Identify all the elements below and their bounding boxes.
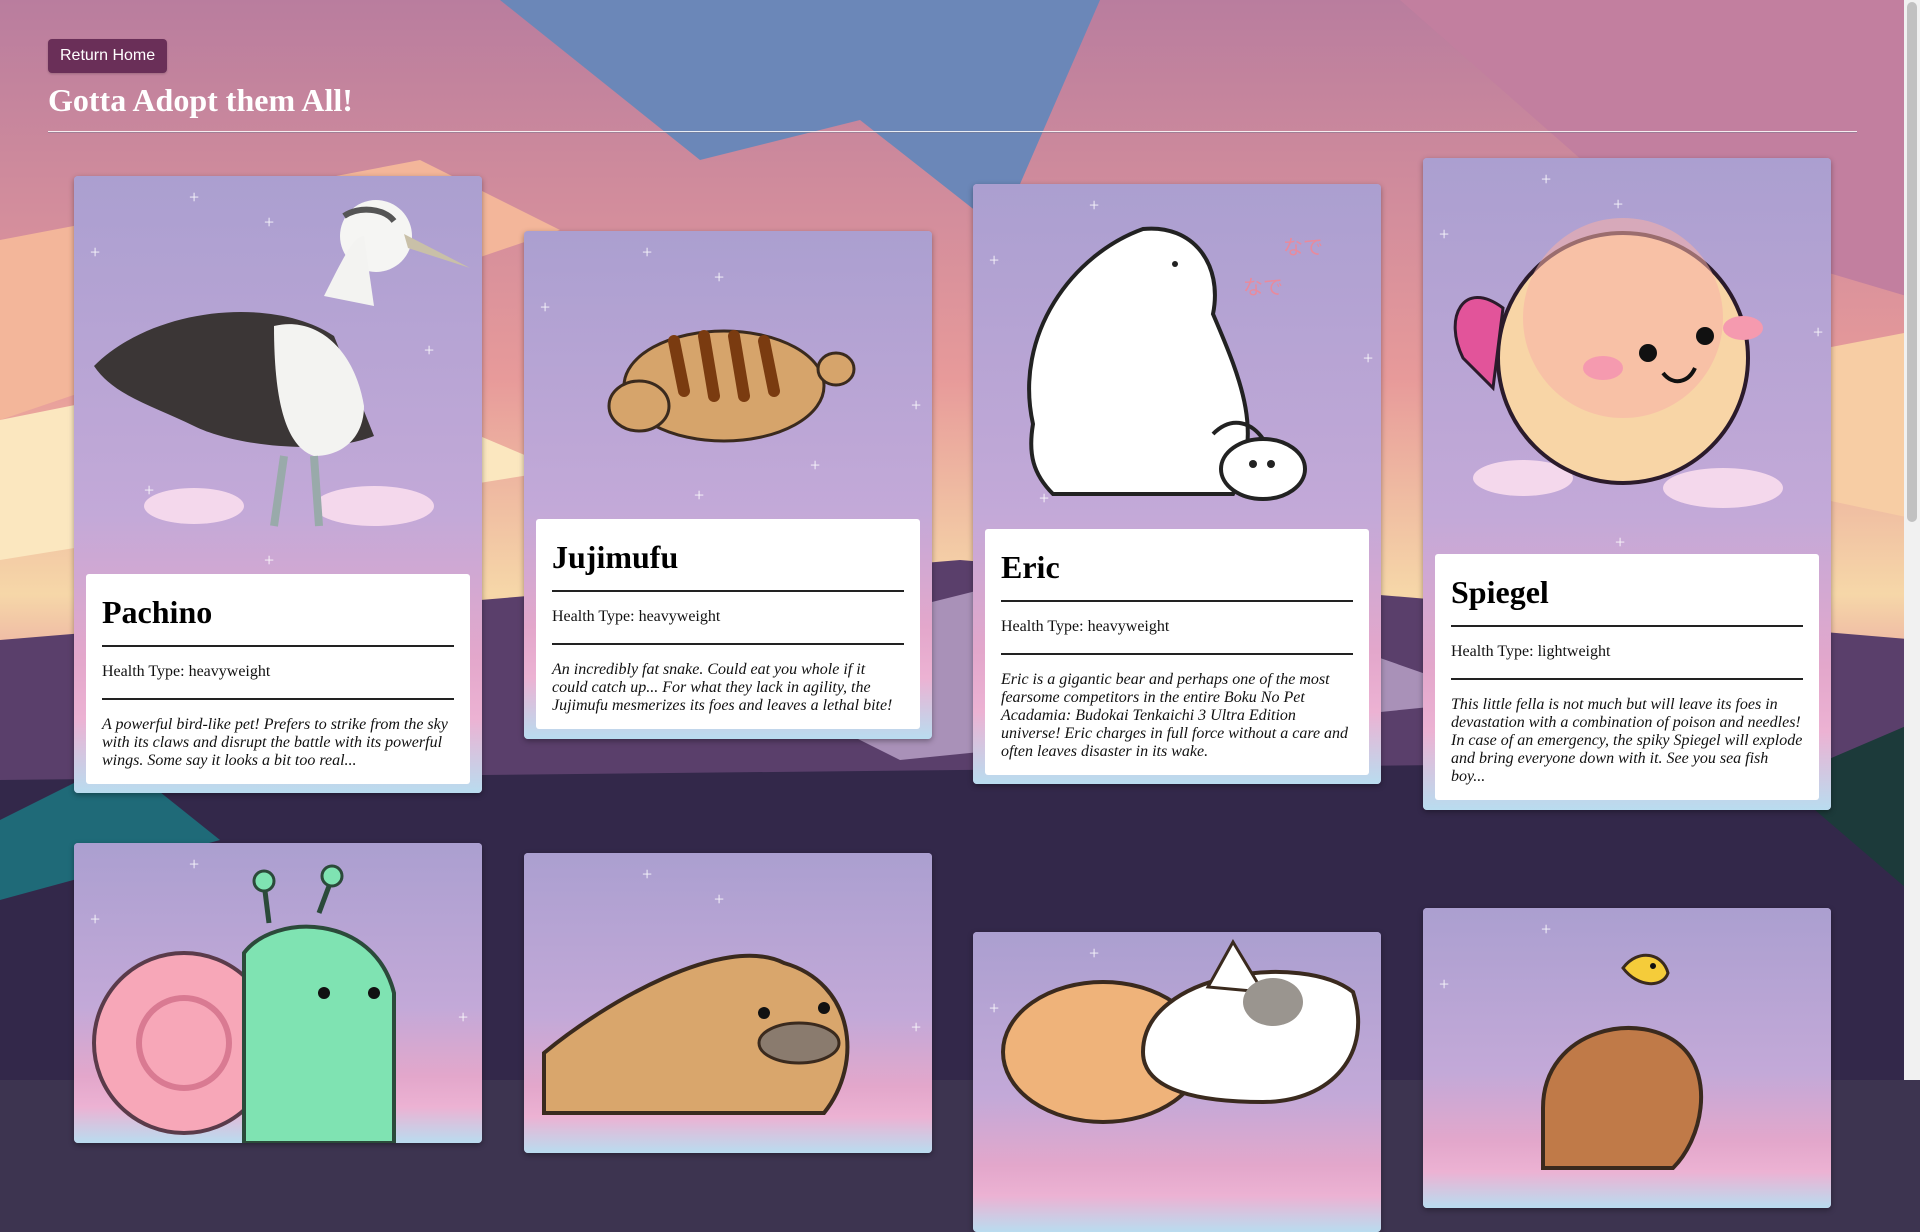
svg-text:+: + — [90, 909, 100, 929]
pet-description: An incredibly fat snake. Could eat you w… — [552, 661, 893, 714]
svg-text:+: + — [1439, 974, 1449, 994]
page-content: Return Home Gotta Adopt them All! + + + + + +… — [0, 0, 1904, 1232]
pet-description: A powerful bird-like pet! Prefers to str… — [102, 716, 448, 769]
page-title: Gotta Adopt them All! — [48, 82, 353, 118]
svg-text:+: + — [189, 854, 199, 874]
page-scrollbar[interactable] — [1904, 0, 1920, 1080]
scrollbar-thumb[interactable] — [1907, 2, 1917, 522]
svg-text:なで: なで — [1283, 237, 1323, 259]
svg-text:+: + — [1615, 532, 1625, 552]
title-divider — [48, 131, 1857, 133]
pet-info-eric: Eric Health Type: heavyweight Eric is a … — [985, 529, 1369, 775]
svg-text:+: + — [264, 550, 274, 570]
svg-text:+: + — [911, 395, 921, 415]
svg-text:+: + — [424, 340, 434, 360]
svg-text:+: + — [1439, 224, 1449, 244]
pet-info-jujimufu: Jujimufu Health Type: heavyweight An inc… — [536, 519, 920, 729]
pet-card-jujimufu[interactable]: + + + + + + Jujimufu Health Type: heavyweight… — [524, 231, 932, 739]
svg-text:+: + — [714, 267, 724, 287]
pet-image-cat: + + — [973, 932, 1381, 1232]
pet-info-pachino: Pachino Health Type: heavyweight A power… — [86, 574, 470, 784]
svg-text:なで: なで — [1243, 277, 1283, 299]
svg-text:+: + — [458, 1007, 468, 1027]
pet-health-type: Health Type: heavyweight — [1001, 602, 1353, 655]
pet-image-capybara: + + — [1423, 908, 1831, 1208]
pet-card-cat[interactable]: + + — [973, 932, 1381, 1232]
svg-text:+: + — [911, 1017, 921, 1037]
svg-text:+: + — [540, 297, 550, 317]
svg-text:+: + — [1089, 943, 1099, 963]
pet-health-type: Health Type: heavyweight — [102, 647, 454, 700]
svg-text:+: + — [1813, 322, 1823, 342]
pet-health-type: Health Type: lightweight — [1451, 627, 1803, 680]
svg-text:+: + — [714, 889, 724, 909]
svg-text:+: + — [90, 242, 100, 262]
pet-name: Pachino — [102, 574, 454, 647]
svg-text:+: + — [1541, 169, 1551, 189]
pet-image-snail: + + + — [74, 843, 482, 1143]
svg-text:+: + — [989, 250, 999, 270]
svg-text:+: + — [989, 998, 999, 1018]
pet-info-spiegel: Spiegel Health Type: lightweight This li… — [1435, 554, 1819, 800]
svg-text:+: + — [642, 242, 652, 262]
svg-text:+: + — [1541, 919, 1551, 939]
platypus-icon: + + + — [542, 864, 921, 1115]
svg-text:+: + — [694, 485, 704, 505]
pet-name: Spiegel — [1451, 554, 1803, 627]
return-home-button[interactable]: Return Home — [48, 39, 168, 73]
svg-text:+: + — [642, 864, 652, 884]
capybara-icon: ++ — [1439, 919, 1704, 1170]
svg-text:+: + — [264, 212, 274, 232]
pet-health-type: Health Type: heavyweight — [552, 592, 904, 645]
pet-image-platypus: + + + — [524, 853, 932, 1153]
pet-card-capybara[interactable]: + + — [1423, 908, 1831, 1208]
svg-text:+: + — [1363, 348, 1373, 368]
svg-text:+: + — [1089, 195, 1099, 215]
pet-description: This little fella is not much but will l… — [1451, 696, 1803, 785]
pet-card-platypus[interactable]: + + + — [524, 853, 932, 1153]
pet-name: Jujimufu — [552, 519, 904, 592]
pet-card-eric[interactable]: + + + + なで なで Eric Health Type: heavyweight… — [973, 184, 1381, 784]
svg-text:+: + — [810, 455, 820, 475]
pet-card-snail[interactable]: + + + — [74, 843, 482, 1143]
pet-card-pachino[interactable]: + + + + + + Pachino Health Type: heavyweight … — [74, 176, 482, 793]
pet-name: Eric — [1001, 529, 1353, 602]
pet-card-spiegel[interactable]: ++++++ Spiegel Health Type: lightweight … — [1423, 158, 1831, 810]
svg-text:+: + — [1613, 194, 1623, 214]
calico-cat-icon: ++ — [989, 939, 1361, 1124]
pet-description: Eric is a gigantic bear and perhaps one … — [1001, 671, 1349, 760]
snail-icon: + + + — [90, 854, 468, 1143]
svg-text:+: + — [189, 187, 199, 207]
